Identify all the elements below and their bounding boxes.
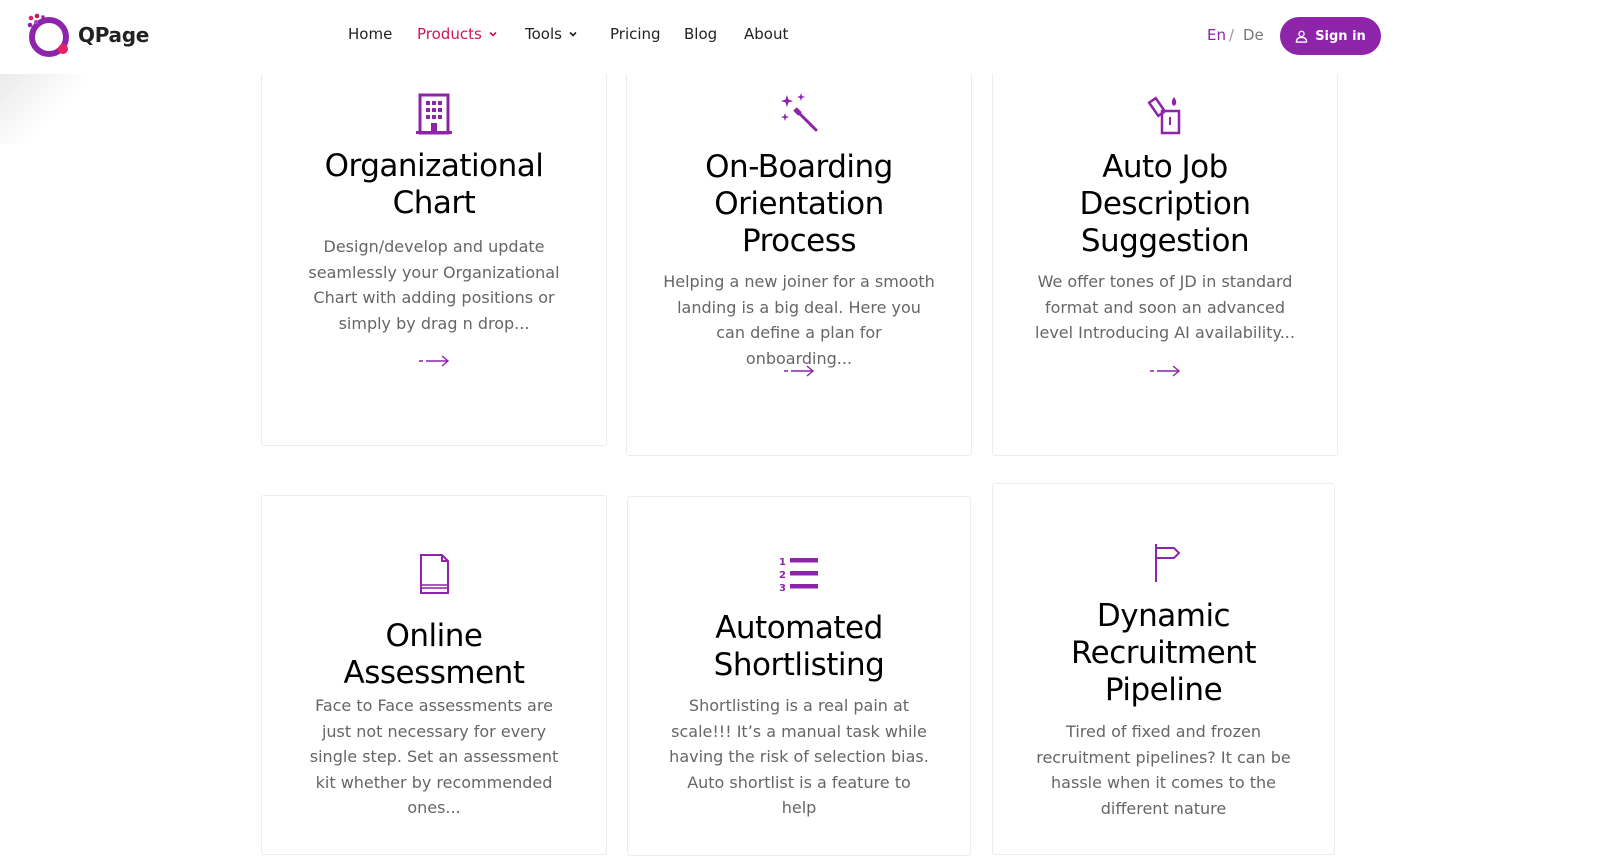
user-icon: [1295, 30, 1308, 43]
nav-about-label: About: [744, 25, 789, 43]
card-title-line: Description: [1079, 186, 1251, 222]
card-title-line: On-Boarding: [705, 149, 893, 185]
card-description: Design/develop and update seamlessly you…: [308, 237, 560, 333]
card-title-line: Shortlisting: [713, 647, 885, 683]
nav-home-label: Home: [348, 25, 393, 43]
sign-in-button[interactable]: Sign in: [1280, 17, 1381, 55]
card-title-line: Dynamic: [1096, 598, 1231, 634]
card-description: Helping a new joiner for a smooth landin…: [663, 272, 935, 368]
magic-wand-icon: [779, 91, 819, 133]
card-title-line: Auto Job: [1102, 149, 1228, 185]
card-description: Face to Face assessments are just not ne…: [309, 696, 559, 817]
nav-pricing-label: Pricing: [610, 25, 661, 43]
feature-card-onboarding[interactable]: On-Boarding Orientation Process Helping …: [626, 50, 972, 456]
lang-de-link[interactable]: De: [1243, 26, 1264, 44]
card-title-line: Online: [385, 618, 484, 654]
nav-products-label: Products: [417, 25, 482, 43]
svg-text:3: 3: [779, 583, 786, 594]
lang-en-link[interactable]: En: [1207, 26, 1226, 44]
card-title: Auto Job Description Suggestion: [1015, 149, 1315, 260]
nav-blog-label: Blog: [684, 25, 718, 43]
chevron-down-icon: [489, 31, 497, 37]
card-title: Dynamic Recruitment Pipeline: [1014, 598, 1314, 709]
feature-card-org-chart[interactable]: Organizational Chart Design/develop and …: [261, 50, 607, 446]
read-more-arrow-icon[interactable]: [1149, 364, 1181, 378]
card-title-line: Organizational: [324, 148, 544, 184]
nav-tools[interactable]: Tools: [525, 25, 578, 43]
read-more-arrow-icon[interactable]: [783, 364, 815, 378]
qpage-logo-icon: [27, 13, 69, 57]
nav-tools-label: Tools: [525, 25, 562, 43]
svg-text:1: 1: [779, 557, 786, 568]
logo[interactable]: QPage: [26, 12, 149, 58]
site-header: QPage Home Products Tools Pricing Blog A…: [0, 0, 1600, 74]
nav-about[interactable]: About: [744, 25, 788, 43]
card-title-line: Process: [741, 223, 857, 259]
card-title: Organizational Chart: [284, 148, 584, 222]
nav-products[interactable]: Products: [417, 25, 498, 43]
read-more-arrow-icon[interactable]: [418, 354, 450, 368]
feature-card-pipeline[interactable]: Dynamic Recruitment Pipeline Tired of fi…: [992, 483, 1335, 855]
lighter-icon: [1145, 93, 1185, 135]
card-title-line: Assessment: [343, 655, 525, 691]
lang-separator: /: [1229, 26, 1235, 44]
numbered-list-icon: 1 2 3: [779, 553, 819, 595]
card-title: On-Boarding Orientation Process: [649, 149, 949, 260]
chevron-down-icon: [569, 31, 577, 37]
card-title: Online Assessment: [284, 618, 584, 692]
card-description: Tired of fixed and frozen recruitment pi…: [1036, 722, 1291, 818]
card-title-line: Recruitment: [1071, 635, 1257, 671]
card-title-line: Automated: [715, 610, 883, 646]
card-title-line: Chart: [392, 185, 476, 221]
sign-in-label: Sign in: [1315, 28, 1366, 44]
nav-blog[interactable]: Blog: [684, 25, 717, 43]
card-description: We offer tones of JD in standard format …: [1035, 272, 1295, 342]
logo-text: QPage: [78, 23, 150, 47]
nav-pricing[interactable]: Pricing: [610, 25, 661, 43]
feature-card-job-description[interactable]: Auto Job Description Suggestion We offer…: [992, 50, 1338, 456]
card-title-line: Suggestion: [1080, 223, 1250, 259]
feature-card-shortlisting[interactable]: 1 2 3 Automated Shortlisting Shortlistin…: [627, 496, 971, 856]
card-title-line: Pipeline: [1104, 672, 1223, 708]
signpost-icon: [1144, 542, 1184, 584]
svg-text:2: 2: [779, 570, 786, 581]
card-title: Automated Shortlisting: [649, 610, 949, 684]
feature-card-assessment[interactable]: Online Assessment Face to Face assessmen…: [261, 495, 607, 855]
nav-home[interactable]: Home: [348, 25, 392, 43]
decorative-shade: [0, 74, 90, 144]
card-description: Shortlisting is a real pain at scale!!! …: [669, 696, 929, 817]
document-icon: [414, 553, 454, 595]
card-title-line: Orientation: [714, 186, 884, 222]
building-icon: [414, 93, 454, 135]
